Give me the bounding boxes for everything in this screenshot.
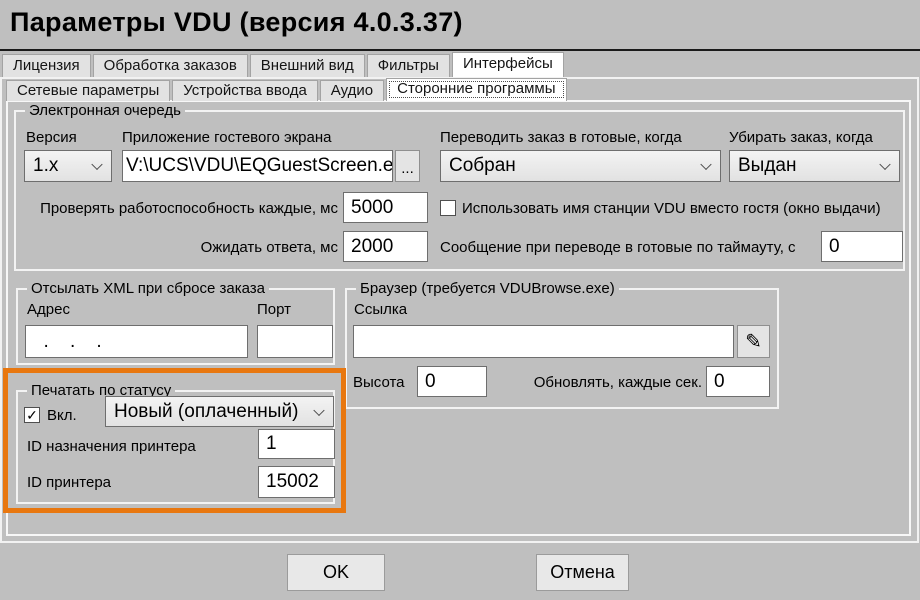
- guest-app-label: Приложение гостевого экрана: [122, 129, 332, 146]
- printer-dest-input[interactable]: 1: [258, 429, 335, 459]
- ready-when-label: Переводить заказ в готовые, когда: [440, 129, 682, 146]
- edit-link-button[interactable]: ✎: [737, 325, 770, 358]
- version-select[interactable]: 1.x: [24, 150, 112, 182]
- remove-when-select-value: Выдан: [738, 155, 796, 177]
- tab-order-processing[interactable]: Обработка заказов: [93, 54, 248, 77]
- version-select-value: 1.x: [33, 155, 58, 177]
- tab-audio[interactable]: Аудио: [320, 80, 384, 101]
- window-title: Параметры VDU (версия 4.0.3.37): [10, 7, 463, 38]
- wait-reply-label: Ожидать ответа, мс: [26, 239, 338, 256]
- link-label: Ссылка: [354, 301, 407, 318]
- cancel-button[interactable]: Отмена: [536, 554, 629, 591]
- timeout-msg-label: Сообщение при переводе в готовые по тайм…: [440, 239, 796, 256]
- pencil-icon: ✎: [745, 329, 762, 354]
- ready-when-select-value: Собран: [449, 155, 516, 177]
- browse-button[interactable]: ...: [395, 150, 420, 182]
- port-input[interactable]: [257, 325, 333, 358]
- healthcheck-input[interactable]: 5000: [343, 192, 428, 223]
- printer-id-label: ID принтера: [27, 474, 111, 491]
- chevron-down-icon: [91, 159, 102, 170]
- healthcheck-label: Проверять работоспособность каждые, мс: [26, 200, 338, 217]
- xml-reset-group-title: Отсылать XML при сбросе заказа: [27, 280, 269, 297]
- print-enabled-checkbox[interactable]: [24, 407, 40, 423]
- tab-license[interactable]: Лицензия: [2, 54, 91, 77]
- port-label: Порт: [257, 301, 291, 318]
- height-label: Высота: [353, 374, 405, 391]
- use-station-name-checkbox[interactable]: [440, 200, 456, 216]
- remove-when-label: Убирать заказ, когда: [729, 129, 873, 146]
- height-input[interactable]: 0: [417, 366, 487, 397]
- print-status-select[interactable]: Новый (оплаченный): [105, 396, 334, 427]
- chevron-down-icon: [313, 404, 324, 415]
- tab-appearance[interactable]: Внешний вид: [250, 54, 365, 77]
- tab-input-devices[interactable]: Устройства ввода: [172, 80, 318, 101]
- vdu-settings-dialog: Параметры VDU (версия 4.0.3.37) Лицензия…: [0, 0, 920, 600]
- title-divider: [0, 49, 920, 51]
- chevron-down-icon: [700, 159, 711, 170]
- ready-when-select[interactable]: Собран: [440, 150, 721, 182]
- tab-third-party[interactable]: Сторонние программы: [386, 78, 566, 101]
- guest-app-path-input[interactable]: V:\UCS\VDU\EQGuestScreen.ex: [122, 150, 393, 182]
- address-input[interactable]: . . .: [25, 325, 248, 358]
- print-enabled-label: Вкл.: [47, 407, 77, 424]
- timeout-msg-input[interactable]: 0: [821, 231, 903, 262]
- address-label: Адрес: [27, 301, 70, 318]
- remove-when-select[interactable]: Выдан: [729, 150, 900, 182]
- printer-id-input[interactable]: 15002: [258, 466, 335, 498]
- main-tab-strip: Лицензия Обработка заказов Внешний вид Ф…: [2, 52, 564, 77]
- refresh-label: Обновлять, каждые сек.: [500, 374, 702, 391]
- chevron-down-icon: [879, 159, 890, 170]
- refresh-input[interactable]: 0: [706, 366, 770, 397]
- wait-reply-input[interactable]: 2000: [343, 231, 428, 262]
- sub-tab-strip: Сетевые параметры Устройства ввода Аудио…: [6, 78, 567, 101]
- tab-network-params[interactable]: Сетевые параметры: [6, 80, 170, 101]
- ok-button[interactable]: OK: [287, 554, 385, 591]
- browser-group-title: Браузер (требуется VDUBrowse.exe): [356, 280, 619, 297]
- tab-filters[interactable]: Фильтры: [367, 54, 450, 77]
- link-input[interactable]: [353, 325, 734, 358]
- version-label: Версия: [26, 129, 77, 146]
- print-status-select-value: Новый (оплаченный): [114, 401, 298, 423]
- printer-dest-label: ID назначения принтера: [27, 438, 196, 455]
- electronic-queue-group-title: Электронная очередь: [25, 102, 185, 119]
- use-station-name-label: Использовать имя станции VDU вместо гост…: [462, 200, 881, 217]
- tab-interfaces[interactable]: Интерфейсы: [452, 52, 564, 77]
